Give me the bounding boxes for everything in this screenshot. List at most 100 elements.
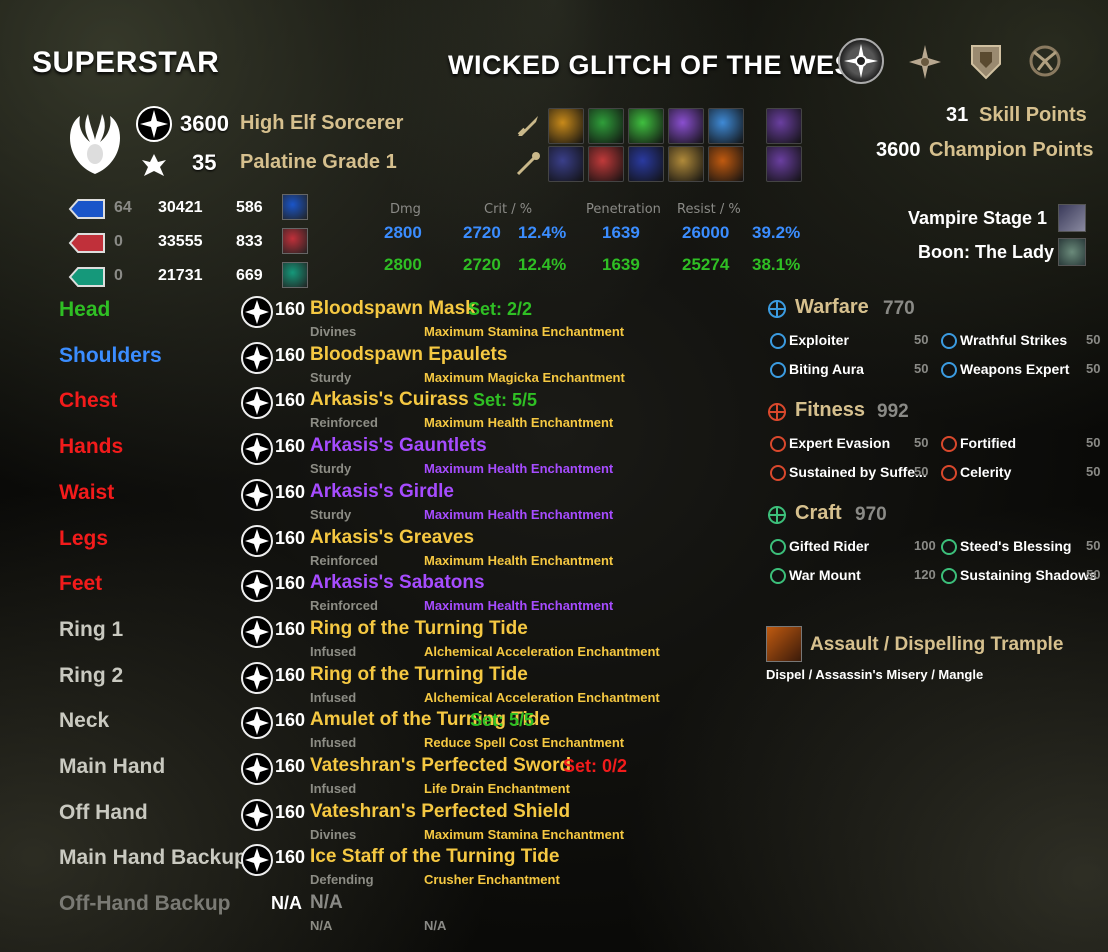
skill-slot-2-3[interactable] [628, 146, 664, 182]
mount-skill-title: Assault / Dispelling Trample [810, 634, 1064, 655]
perk-name[interactable]: Fortified [960, 435, 1016, 451]
magic-crit-pct: 12.4% [518, 223, 567, 242]
champion-star-icon [909, 45, 941, 79]
champion-star-icon [241, 661, 273, 694]
item-name[interactable]: Ring of the Turning Tide [310, 618, 528, 640]
attribute-1-points: 64 [114, 199, 132, 216]
item-name[interactable]: Arkasis's Greaves [310, 527, 474, 549]
skill-slot-1-5[interactable] [708, 108, 744, 144]
item-cp: 160 [275, 618, 306, 639]
craft-icon [766, 504, 788, 526]
item-name[interactable]: Bloodspawn Epaulets [310, 344, 507, 366]
fitness-icon [766, 401, 788, 423]
perk-name[interactable]: Weapons Expert [960, 361, 1069, 377]
stat-header-crit: Crit / % [484, 202, 533, 217]
skill-slot-2-4[interactable] [668, 146, 704, 182]
item-cp: 160 [275, 801, 306, 822]
tab-alliance[interactable] [1024, 40, 1066, 82]
item-cp: 160 [275, 664, 306, 685]
tab-guild[interactable] [968, 42, 1004, 82]
item-name[interactable]: Ice Staff of the Turning Tide [310, 846, 559, 868]
item-name[interactable]: Ring of the Turning Tide [310, 664, 528, 686]
item-trait: N/A [310, 918, 333, 934]
item-trait: Reinforced [310, 415, 378, 431]
perk-name[interactable]: Expert Evasion [789, 435, 890, 451]
perk-name[interactable]: Biting Aura [789, 361, 864, 377]
skill-slot-2-6[interactable] [766, 146, 802, 182]
skill-slot-2-2[interactable] [588, 146, 624, 182]
magic-dmg: 2800 [384, 223, 422, 242]
perk-name[interactable]: Exploiter [789, 332, 849, 348]
perk-value: 50 [914, 361, 929, 376]
skill-slot-1-3[interactable] [628, 108, 664, 144]
champion-star-icon [241, 478, 273, 511]
perk-name[interactable]: Gifted Rider [789, 538, 869, 554]
item-name[interactable]: Arkasis's Girdle [310, 481, 454, 503]
item-enchant: Maximum Health Enchantment [424, 598, 614, 614]
tab-character[interactable] [838, 38, 884, 84]
item-set-bonus: Set: 0/2 [563, 756, 628, 776]
skill-slot-1-2[interactable] [588, 108, 624, 144]
skill-slot-1-4[interactable] [668, 108, 704, 144]
character-title: WICKED GLITCH OF THE WEST [448, 50, 870, 80]
champion-points-value: 3600 [876, 139, 921, 161]
physical-resist-pct: 38.1% [752, 255, 801, 274]
perk-name[interactable]: Sustained by Suffe... [789, 464, 927, 480]
skill-slot-1-1[interactable] [548, 108, 584, 144]
tab-champion[interactable] [905, 42, 945, 82]
item-enchant: Alchemical Acceleration Enchantment [424, 689, 660, 705]
champion-star-icon [241, 844, 273, 877]
attribute-2-regen: 833 [236, 233, 263, 250]
perk-name[interactable]: Sustaining Shadows [960, 567, 1097, 583]
slot-label: Hands [59, 435, 124, 459]
item-name[interactable]: Arkasis's Sabatons [310, 572, 485, 594]
perk-icon [770, 465, 786, 481]
champion-star-icon [241, 524, 273, 557]
item-trait: Infused [310, 735, 357, 751]
cp-tree-points: 970 [855, 504, 887, 525]
skill-points-value: 31 [946, 104, 969, 126]
attribute-2-gem-icon [68, 232, 106, 254]
cp-tree-name: Warfare [795, 296, 869, 318]
cp-tree-points: 992 [877, 401, 909, 422]
item-enchant: Maximum Health Enchantment [424, 552, 614, 568]
perk-value: 50 [1086, 332, 1101, 347]
physical-crit: 2720 [463, 255, 501, 274]
item-enchant: Maximum Health Enchantment [424, 461, 614, 477]
attribute-2-points: 0 [114, 233, 123, 250]
attribute-3-gear-icon [282, 262, 308, 288]
perk-name[interactable]: Wrathful Strikes [960, 332, 1067, 348]
item-trait: Sturdy [310, 461, 352, 477]
skill-slot-2-1[interactable] [548, 146, 584, 182]
item-name[interactable]: Arkasis's Cuirass [310, 389, 469, 411]
skill-slot-2-5[interactable] [708, 146, 744, 182]
slot-label: Main Hand Backup [59, 846, 247, 870]
item-name[interactable]: Arkasis's Gauntlets [310, 435, 487, 457]
slot-label: Off-Hand Backup [59, 892, 231, 916]
item-name[interactable]: Bloodspawn Mask [310, 298, 476, 320]
item-name[interactable]: Vateshran's Perfected Sword [310, 755, 571, 777]
item-trait: Sturdy [310, 506, 352, 522]
attribute-1-max: 30421 [158, 199, 203, 216]
item-cp: 160 [275, 436, 306, 457]
shield-icon [971, 45, 1001, 80]
item-name[interactable]: Vateshran's Perfected Shield [310, 801, 570, 823]
item-enchant: Maximum Magicka Enchantment [424, 369, 625, 385]
attribute-3-gem-icon [68, 266, 106, 288]
item-name[interactable]: N/A [310, 892, 343, 914]
mount-skill-subtitle: Dispel / Assassin's Misery / Mangle [766, 667, 984, 682]
perk-name[interactable]: War Mount [789, 567, 861, 583]
weapon-bar-2-icon [514, 150, 542, 178]
attribute-3-max: 21731 [158, 267, 203, 284]
perk-name[interactable]: Celerity [960, 464, 1011, 480]
perk-name[interactable]: Steed's Blessing [960, 538, 1071, 554]
skill-slot-1-6[interactable] [766, 108, 802, 144]
item-enchant: Maximum Health Enchantment [424, 506, 614, 522]
perk-value: 50 [1086, 464, 1101, 479]
item-cp: 160 [275, 299, 306, 319]
perk-value: 120 [914, 567, 936, 582]
item-trait: Defending [310, 872, 374, 888]
perk-icon [770, 436, 786, 452]
item-trait: Infused [310, 781, 357, 796]
attribute-1-gem-icon [68, 198, 106, 220]
